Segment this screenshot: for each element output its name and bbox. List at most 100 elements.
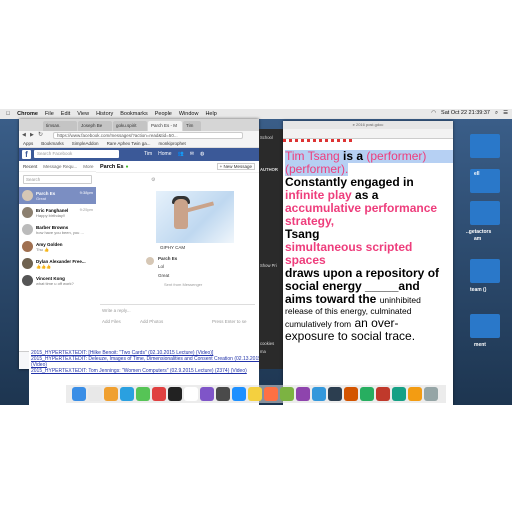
reply-input[interactable]: Write a reply... — [102, 308, 131, 313]
sent-from-label: Sent from Messenger — [164, 282, 203, 287]
back-icon[interactable]: ◀ — [22, 132, 26, 138]
menu-window[interactable]: Window — [179, 111, 199, 117]
tab-more[interactable]: More — [83, 164, 93, 169]
dock-app-icon[interactable] — [184, 387, 198, 401]
settings-gear-icon[interactable]: ⚙ — [151, 177, 155, 183]
doc-text: uninhibited — [379, 295, 421, 305]
reload-icon[interactable]: ↻ — [38, 131, 43, 138]
menu-history[interactable]: History — [96, 111, 113, 117]
menu-help[interactable]: Help — [205, 111, 216, 117]
desktop-icon-label: ell — [474, 171, 480, 177]
dock-app-icon[interactable] — [136, 387, 150, 401]
panel-label: cookies — [260, 341, 275, 346]
globe-icon[interactable]: ◍ — [200, 151, 204, 157]
dock-app-icon[interactable] — [328, 387, 342, 401]
terminal-line[interactable]: 2015_HYPERTEXTEDIT: Deleuze, Images of T… — [31, 356, 259, 362]
apple-icon[interactable]:  — [6, 111, 10, 117]
dock-app-icon[interactable] — [120, 387, 134, 401]
bookmark-apps[interactable]: Apps — [23, 141, 33, 146]
bookmark-monkiprophet[interactable]: monkiprophet — [159, 141, 186, 146]
conversation-item[interactable]: Dylan Alexander Free... 👍👍👍 — [19, 255, 96, 272]
online-status-icon: ● — [125, 163, 129, 170]
gif-image[interactable] — [156, 191, 234, 243]
facebook-logo-icon[interactable]: f — [22, 150, 31, 159]
mac-menubar:  Chrome File Edit View History Bookmark… — [0, 109, 512, 119]
tab-goku[interactable]: goku.spirit — [113, 121, 147, 131]
figure-arm — [185, 201, 215, 213]
dock-app-icon[interactable] — [264, 387, 278, 401]
conversation-name: Amy Golden — [36, 241, 63, 247]
terminal-line[interactable]: 2015_HYPERTEXTEDIT: Tom Jennings: "Women… — [31, 368, 259, 374]
messages-icon[interactable]: ✉ — [190, 151, 194, 157]
wifi-icon[interactable]: ◠ — [431, 110, 436, 117]
messenger-search-input[interactable]: Search — [23, 175, 92, 184]
dock-app-icon[interactable] — [72, 387, 86, 401]
add-photos-button[interactable]: Add Photos — [140, 319, 163, 324]
desktop-folder-icon[interactable] — [470, 201, 500, 225]
background-window: School AUTHOR Show Pri cookies ma — [259, 129, 286, 369]
dock-app-icon[interactable] — [104, 387, 118, 401]
dock-app-icon[interactable] — [408, 387, 422, 401]
dock-app-icon[interactable] — [392, 387, 406, 401]
dock-app-icon[interactable] — [376, 387, 390, 401]
dock-app-icon[interactable] — [88, 387, 102, 401]
new-message-button[interactable]: + New Message — [216, 163, 255, 170]
conversation-item[interactable]: Eric Fanghanel Happy birthday!! 9:25pm — [19, 204, 96, 221]
dock-app-icon[interactable] — [200, 387, 214, 401]
bookmark-bookmarks[interactable]: Bookmarks — [41, 141, 64, 146]
menu-edit[interactable]: Edit — [61, 111, 70, 117]
spotlight-icon[interactable]: ⌕ — [495, 110, 498, 117]
dock-app-icon[interactable] — [168, 387, 182, 401]
menu-file[interactable]: File — [45, 111, 54, 117]
desktop-folder-icon[interactable] — [470, 314, 500, 338]
friends-icon[interactable]: 👥 — [178, 151, 184, 157]
dock-app-icon[interactable] — [360, 387, 374, 401]
conversation-preview: 👍👍👍 — [36, 263, 51, 269]
tab-joseph[interactable]: Joseph Be — [78, 121, 112, 131]
doc-text: (performer) — [366, 149, 427, 163]
conversation-panel: Parch Es ● + New Message ⚙ GIPHY CAM Par… — [96, 161, 259, 351]
dock — [0, 381, 512, 405]
menu-list-icon[interactable]: ☰ — [503, 110, 508, 117]
conversation-item[interactable]: Amy Golden Thu 👍 — [19, 238, 96, 255]
menubar-clock[interactable]: Sat Oct 22 21:39:37 — [441, 110, 490, 117]
tab-recent[interactable]: Recent — [23, 164, 37, 169]
document-title: e 2016 post.gdoc — [283, 121, 453, 129]
conversation-item[interactable]: Barber Browns how have you been, you ... — [19, 221, 96, 238]
dock-app-icon[interactable] — [280, 387, 294, 401]
conversation-item[interactable]: Parch Es Great 9:38pm — [19, 187, 96, 204]
doc-text: an over- — [354, 316, 399, 330]
avatar — [22, 275, 33, 286]
tab-parch-es[interactable]: Parch Es - M — [148, 121, 182, 131]
forward-icon[interactable]: ▶ — [30, 132, 34, 138]
dock-app-icon[interactable] — [424, 387, 438, 401]
facebook-search-input[interactable]: Search Facebook — [34, 150, 119, 158]
dock-app-icon[interactable] — [248, 387, 262, 401]
bookmark-aphex[interactable]: Rare Aphex Twin ga... — [107, 141, 151, 146]
tab-timsan[interactable]: timsan. — [43, 121, 77, 131]
tab-tim[interactable]: Tim — [183, 121, 201, 131]
dock-app-icon[interactable] — [296, 387, 310, 401]
document-window: e 2016 post.gdoc Tim Tsang is a (perform… — [283, 121, 453, 405]
menu-app-chrome[interactable]: Chrome — [17, 111, 38, 117]
dock-app-icon[interactable] — [312, 387, 326, 401]
dock-app-icon[interactable] — [152, 387, 166, 401]
bookmark-simpleaddon[interactable]: SimpleAddon — [72, 141, 99, 146]
menu-people[interactable]: People — [155, 111, 172, 117]
desktop-folder-icon[interactable] — [470, 259, 500, 283]
conversation-item[interactable]: Vincent Kong what time u off work? — [19, 272, 96, 289]
menu-bookmarks[interactable]: Bookmarks — [120, 111, 148, 117]
dock-app-icon[interactable] — [216, 387, 230, 401]
conversation-preview: Thu 👍 — [36, 246, 49, 252]
dock-app-icon[interactable] — [232, 387, 246, 401]
nav-home[interactable]: Home — [158, 151, 171, 157]
menu-view[interactable]: View — [77, 111, 89, 117]
tab-strip: timsan. Joseph Be goku.spirit Parch Es -… — [19, 119, 259, 135]
url-input[interactable]: https://www.facebook.com/messages/?actio… — [53, 132, 243, 139]
nav-user[interactable]: Tim — [144, 151, 152, 157]
add-files-button[interactable]: Add Files — [102, 319, 121, 324]
dock-app-icon[interactable] — [344, 387, 358, 401]
desktop-folder-icon[interactable] — [470, 134, 500, 158]
tab-message-requests[interactable]: Message Requ... — [43, 164, 77, 169]
document-body[interactable]: Tim Tsang is a (performer) (performer). … — [285, 150, 453, 343]
